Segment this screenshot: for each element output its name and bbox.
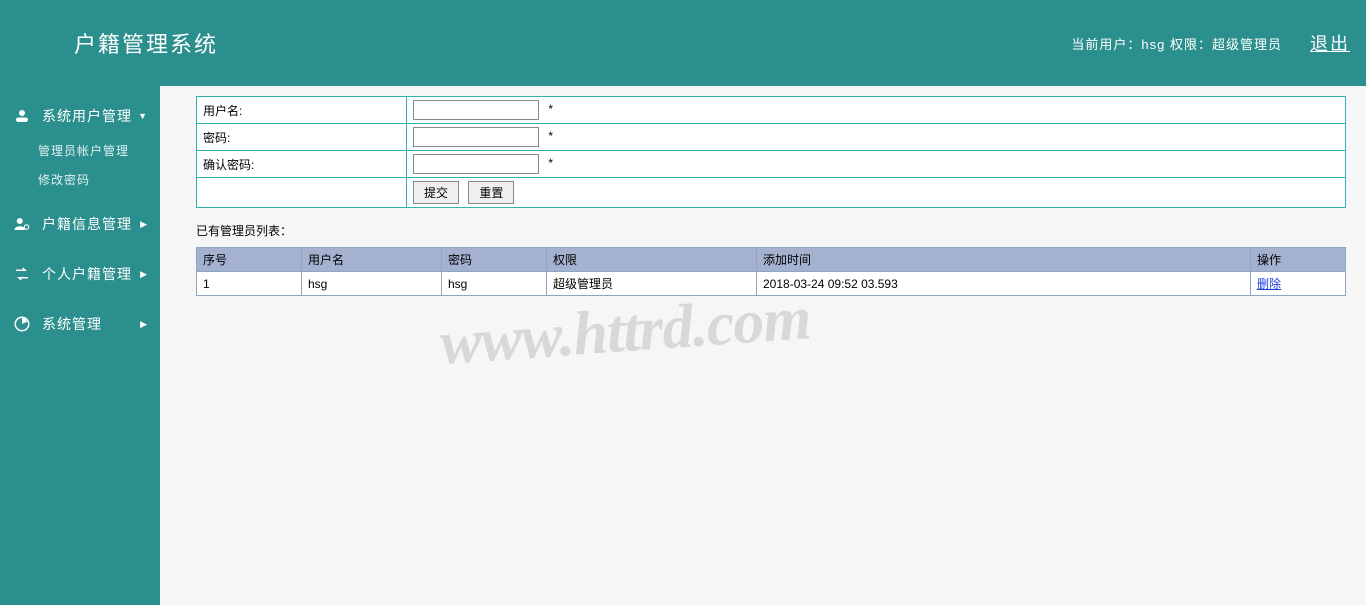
cell-role: 超级管理员	[547, 272, 757, 296]
sidebar-item-system-admin[interactable]: 系统管理 ▶	[0, 304, 160, 344]
password-input[interactable]	[413, 127, 539, 147]
cell-pwd: hsg	[442, 272, 547, 296]
watermark: www.httrd.com	[438, 283, 813, 380]
transfer-icon	[12, 264, 32, 284]
required-star: *	[548, 156, 553, 170]
sidebar-item-label: 系统管理	[42, 314, 102, 334]
current-user-label: 当前用户：hsg 权限：超级管理员	[1071, 34, 1282, 53]
header: 户籍管理系统 当前用户：hsg 权限：超级管理员 退出	[0, 0, 1366, 86]
admin-list-table: 序号 用户名 密码 权限 添加时间 操作 1 hsg hsg 超级管理员 201…	[196, 247, 1346, 296]
cell-seq: 1	[197, 272, 302, 296]
chevron-right-icon: ▶	[140, 219, 148, 230]
list-caption: 已有管理员列表：	[196, 222, 1346, 239]
chevron-down-icon: ▼	[138, 111, 148, 121]
chart-icon	[12, 314, 32, 334]
required-star: *	[548, 129, 553, 143]
logout-link[interactable]: 退出	[1310, 30, 1350, 56]
sidebar: 系统用户管理 ▼ 管理员帐户管理 修改密码 户籍信息管理 ▶ 个人户籍管理 ▶	[0, 86, 160, 605]
form-label: 密码:	[197, 124, 407, 151]
submit-button[interactable]: 提交	[413, 181, 459, 204]
sidebar-item-personal-household[interactable]: 个人户籍管理 ▶	[0, 254, 160, 294]
main-content: 用户名: * 密码: * 确认密码: *	[160, 86, 1366, 605]
header-right: 当前用户：hsg 权限：超级管理员 退出	[1071, 30, 1350, 56]
sidebar-sub-change-password[interactable]: 修改密码	[0, 165, 160, 194]
form-row-username: 用户名: *	[197, 97, 1346, 124]
sidebar-item-label: 户籍信息管理	[42, 214, 132, 234]
sidebar-item-label: 个人户籍管理	[42, 264, 132, 284]
user-cog-icon	[12, 214, 32, 234]
sidebar-sub-admin-accounts[interactable]: 管理员帐户管理	[0, 136, 160, 165]
cell-time: 2018-03-24 09:52 03.593	[757, 272, 1251, 296]
col-seq: 序号	[197, 248, 302, 272]
delete-link[interactable]: 删除	[1257, 277, 1281, 291]
sidebar-item-label: 系统用户管理	[42, 106, 132, 126]
form-label: 确认密码:	[197, 151, 407, 178]
form-table: 用户名: * 密码: * 确认密码: *	[196, 96, 1346, 208]
col-op: 操作	[1251, 248, 1346, 272]
col-time: 添加时间	[757, 248, 1251, 272]
form-label: 用户名:	[197, 97, 407, 124]
col-user: 用户名	[302, 248, 442, 272]
chevron-right-icon: ▶	[140, 319, 148, 330]
username-input[interactable]	[413, 100, 539, 120]
table-header-row: 序号 用户名 密码 权限 添加时间 操作	[197, 248, 1346, 272]
sidebar-item-system-users[interactable]: 系统用户管理 ▼	[0, 96, 160, 136]
app-title: 户籍管理系统	[74, 27, 218, 59]
user-badge-icon	[12, 106, 32, 126]
confirm-password-input[interactable]	[413, 154, 539, 174]
form-label-empty	[197, 178, 407, 208]
form-row-password: 密码: *	[197, 124, 1346, 151]
reset-button[interactable]: 重置	[468, 181, 514, 204]
col-pwd: 密码	[442, 248, 547, 272]
form-row-buttons: 提交 重置	[197, 178, 1346, 208]
form-row-confirm: 确认密码: *	[197, 151, 1346, 178]
required-star: *	[548, 102, 553, 116]
col-role: 权限	[547, 248, 757, 272]
cell-user: hsg	[302, 272, 442, 296]
sidebar-item-household-info[interactable]: 户籍信息管理 ▶	[0, 204, 160, 244]
chevron-right-icon: ▶	[140, 269, 148, 280]
table-row: 1 hsg hsg 超级管理员 2018-03-24 09:52 03.593 …	[197, 272, 1346, 296]
